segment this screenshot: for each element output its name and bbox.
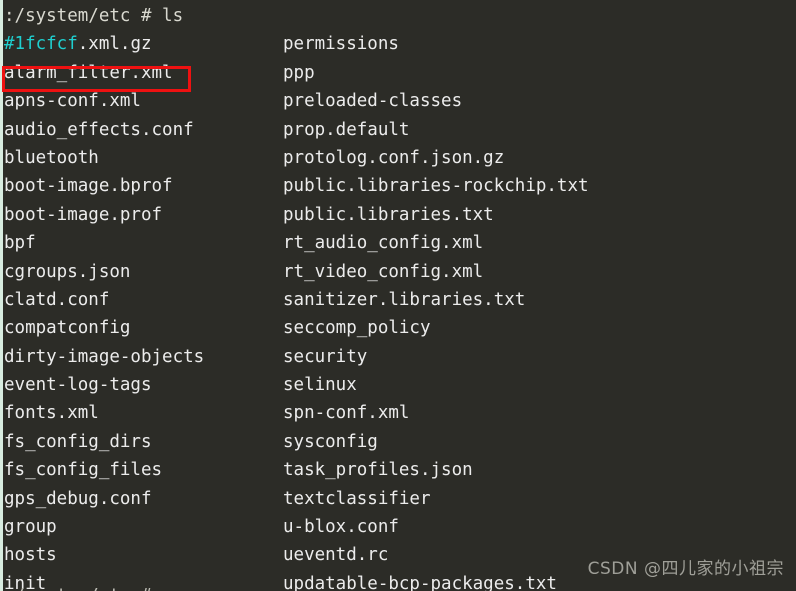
file-entry: textclassifier — [283, 488, 431, 509]
terminal-line: fs_config_dirs sysconfig — [0, 428, 796, 456]
terminal-line: boot-image.bprof public.libraries-rockch… — [0, 172, 796, 200]
file-entry: protolog.conf.json.gz — [283, 147, 505, 168]
file-entry: seccomp_policy — [283, 318, 431, 339]
file-entry: sysconfig — [283, 431, 378, 452]
file-entry: security — [283, 346, 368, 367]
terminal-line: group u-blox.conf — [0, 513, 796, 541]
file-entry: boot-image.prof — [4, 204, 163, 225]
file-entry: permissions — [283, 34, 399, 55]
csdn-watermark: CSDN @四儿家的小祖宗 — [587, 558, 784, 579]
file-entry: audio_effects.conf — [4, 119, 194, 140]
file-entry: public.libraries-rockchip.txt — [283, 176, 589, 197]
command-prompt-line: :/system/etc # ls — [4, 6, 184, 26]
terminal-line: fs_config_files task_profiles.json — [0, 456, 796, 484]
file-entry: fs_config_dirs — [4, 431, 152, 452]
file-entry: fs_config_files — [4, 460, 163, 481]
file-entry: prop.default — [283, 119, 410, 140]
file-entry: event-log-tags — [4, 375, 152, 396]
terminal-line: dirty-image-objects security — [0, 343, 796, 371]
file-name-colored: #1fcfcf — [4, 34, 78, 55]
file-entry: cgroups.json — [4, 261, 131, 282]
terminal-line: boot-image.prof public.libraries.txt — [0, 201, 796, 229]
file-entry: ueventd.rc — [283, 545, 389, 566]
file-entry: rt_audio_config.xml — [283, 233, 484, 254]
terminal-line: alarm_filter.xml ppp — [0, 59, 796, 87]
file-entry: preloaded-classes — [283, 91, 463, 112]
terminal-line: bpf rt_audio_config.xml — [0, 229, 796, 257]
terminal-line: audio_effects.conf prop.default — [0, 116, 796, 144]
file-entry: hosts — [4, 545, 57, 566]
terminal-line: clatd.conf sanitizer.libraries.txt — [0, 286, 796, 314]
file-entry: spn-conf.xml — [283, 403, 410, 424]
file-entry: u-blox.conf — [283, 517, 399, 538]
file-entry: task_profiles.json — [283, 460, 473, 481]
terminal-line: #1fcfcf.xml.gz permissions — [0, 30, 796, 58]
clipped-prompt-line: :/system/etc # — [4, 582, 404, 591]
file-entry: compatconfig — [4, 318, 131, 339]
file-entry-apns-conf-xml: apns-conf.xml — [4, 91, 141, 112]
file-entry: public.libraries.txt — [283, 204, 494, 225]
file-entry: ppp — [283, 62, 315, 83]
file-entry: alarm_filter.xml — [4, 62, 173, 83]
terminal-line: cgroups.json rt_video_config.xml — [0, 258, 796, 286]
terminal-line: compatconfig seccomp_policy — [0, 314, 796, 342]
file-entry: fonts.xml — [4, 403, 99, 424]
terminal-screen[interactable]: :/system/etc # ls #1fcfcf.xml.gz permiss… — [0, 0, 796, 591]
file-name-suffix: .xml.gz — [77, 34, 152, 55]
terminal-line: fonts.xml spn-conf.xml — [0, 399, 796, 427]
file-entry: dirty-image-objects — [4, 346, 205, 367]
file-entry: rt_video_config.xml — [283, 261, 484, 282]
file-entry: selinux — [283, 375, 357, 396]
terminal-line: bluetooth protolog.conf.json.gz — [0, 144, 796, 172]
terminal-line: event-log-tags selinux — [0, 371, 796, 399]
file-entry: clatd.conf — [4, 289, 110, 310]
file-entry: bluetooth — [4, 147, 99, 168]
terminal-line: gps_debug.conf textclassifier — [0, 485, 796, 513]
terminal-line: :/system/etc # ls — [0, 2, 796, 30]
file-entry: boot-image.bprof — [4, 176, 173, 197]
file-entry: group — [4, 517, 57, 538]
terminal-window: :/system/etc # ls #1fcfcf.xml.gz permiss… — [0, 0, 796, 591]
file-entry: gps_debug.conf — [4, 488, 152, 509]
terminal-line: apns-conf.xml preloaded-classes — [0, 87, 796, 115]
file-entry: sanitizer.libraries.txt — [283, 289, 526, 310]
file-entry: bpf — [4, 233, 36, 254]
file-entry-notice: #1fcfcf.xml.gz — [4, 30, 152, 58]
